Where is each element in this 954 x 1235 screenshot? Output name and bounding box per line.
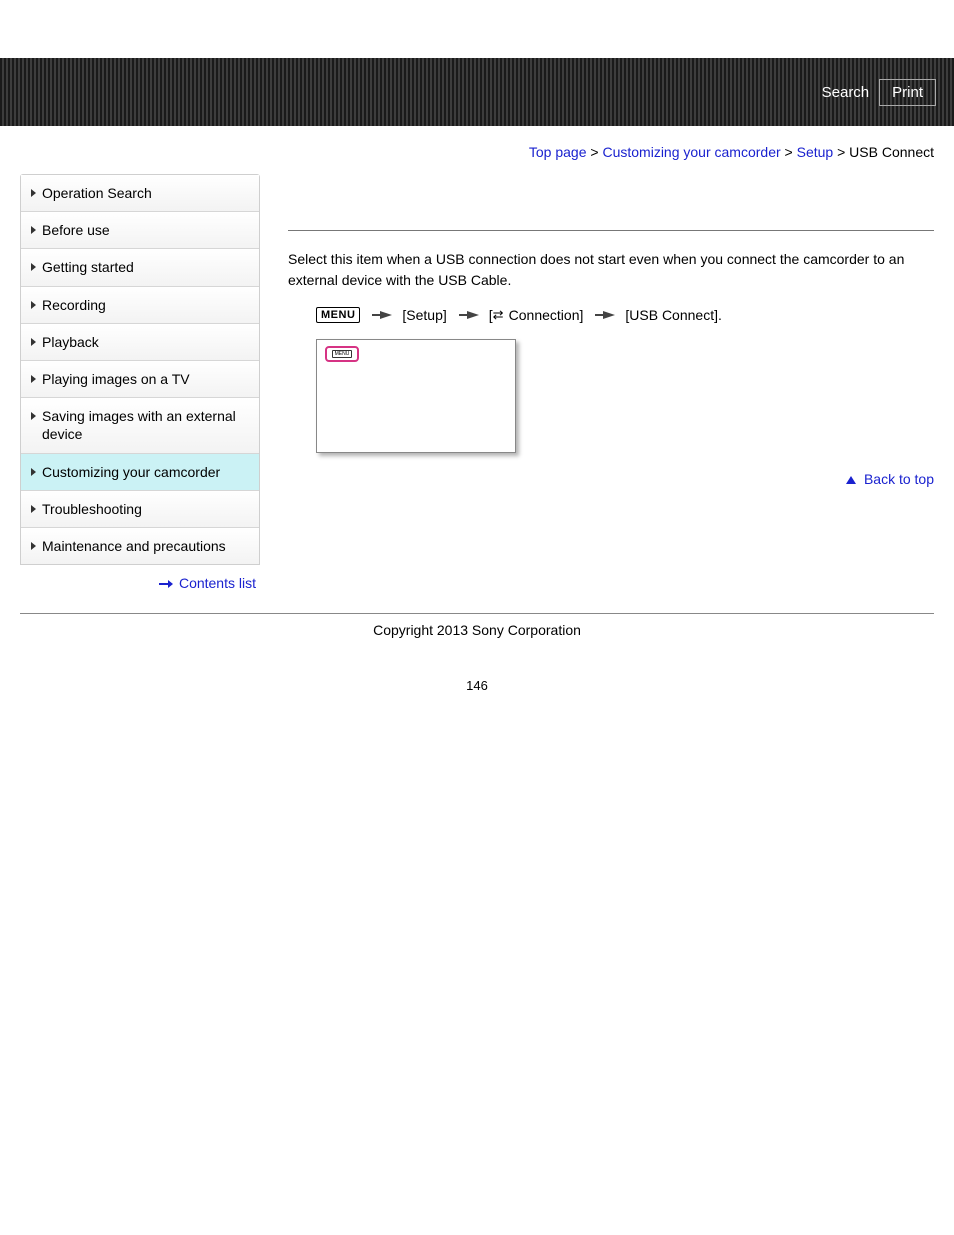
- sidebar-item-label: Playing images on a TV: [42, 370, 190, 388]
- sidebar-item-label: Troubleshooting: [42, 500, 142, 518]
- sidebar-item-customizing[interactable]: Customizing your camcorder: [21, 454, 259, 491]
- menu-label-small: MENU: [332, 350, 353, 358]
- caret-right-icon: [31, 412, 36, 420]
- caret-right-icon: [31, 542, 36, 550]
- caret-right-icon: [31, 226, 36, 234]
- breadcrumb-current: USB Connect: [849, 144, 934, 160]
- sidebar-item-recording[interactable]: Recording: [21, 287, 259, 324]
- contents-list-row: Contents list: [20, 565, 260, 597]
- caret-right-icon: [31, 338, 36, 346]
- sidebar-item-label: Maintenance and precautions: [42, 537, 226, 555]
- breadcrumb-top[interactable]: Top page: [529, 144, 587, 160]
- sidebar-item-label: Recording: [42, 296, 106, 314]
- sidebar-item-getting-started[interactable]: Getting started: [21, 249, 259, 286]
- caret-right-icon: [31, 468, 36, 476]
- horizontal-rule: [288, 230, 934, 231]
- sidebar-item-troubleshooting[interactable]: Troubleshooting: [21, 491, 259, 528]
- top-spacer: [0, 0, 954, 58]
- arrow-right-icon: [603, 311, 615, 319]
- path-step-setup: [Setup]: [402, 307, 446, 323]
- search-button[interactable]: Search: [822, 84, 870, 101]
- sidebar-item-before-use[interactable]: Before use: [21, 212, 259, 249]
- breadcrumb-setup[interactable]: Setup: [797, 144, 834, 160]
- breadcrumb-sep: >: [785, 144, 797, 160]
- caret-right-icon: [31, 301, 36, 309]
- caret-right-icon: [31, 375, 36, 383]
- print-button[interactable]: Print: [879, 79, 936, 106]
- menu-path: MENU [Setup] [Connection] [USB Connect].: [288, 307, 934, 323]
- arrow-right-icon: [467, 311, 479, 319]
- header-bar: Search Print: [0, 58, 954, 126]
- contents-list-link[interactable]: Contents list: [179, 575, 256, 591]
- breadcrumb-customizing[interactable]: Customizing your camcorder: [602, 144, 780, 160]
- intro-text: Select this item when a USB connection d…: [288, 249, 934, 291]
- breadcrumb-sep: >: [837, 144, 849, 160]
- sidebar-item-playback[interactable]: Playback: [21, 324, 259, 361]
- sidebar-item-maintenance[interactable]: Maintenance and precautions: [21, 528, 259, 564]
- triangle-up-icon: [846, 476, 856, 484]
- sidebar-item-saving-images[interactable]: Saving images with an external device: [21, 398, 259, 453]
- sidebar-item-label: Before use: [42, 221, 110, 239]
- camcorder-screen-illustration: MENU: [316, 339, 516, 453]
- sidebar-item-label: Playback: [42, 333, 99, 351]
- arrow-right-icon: [159, 580, 173, 588]
- menu-highlight: MENU: [325, 346, 359, 362]
- sidebar-item-label: Getting started: [42, 258, 134, 276]
- breadcrumb: Top page > Customizing your camcorder > …: [20, 144, 934, 174]
- back-to-top-row: Back to top: [288, 471, 934, 487]
- arrow-right-icon: [380, 311, 392, 319]
- path-step-connection: [Connection]: [489, 307, 584, 323]
- connection-icon: [493, 310, 507, 322]
- sidebar: Operation Search Before use Getting star…: [20, 174, 260, 565]
- menu-icon: MENU: [316, 307, 360, 323]
- breadcrumb-sep: >: [590, 144, 602, 160]
- sidebar-item-label: Saving images with an external device: [42, 407, 251, 443]
- caret-right-icon: [31, 263, 36, 271]
- copyright-text: Copyright 2013 Sony Corporation: [0, 614, 954, 678]
- sidebar-item-label: Customizing your camcorder: [42, 463, 220, 481]
- sidebar-item-operation-search[interactable]: Operation Search: [21, 175, 259, 212]
- sidebar-item-playing-on-tv[interactable]: Playing images on a TV: [21, 361, 259, 398]
- back-to-top-link[interactable]: Back to top: [864, 471, 934, 487]
- caret-right-icon: [31, 189, 36, 197]
- main-content: Select this item when a USB connection d…: [260, 174, 934, 487]
- page-number: 146: [0, 678, 954, 713]
- caret-right-icon: [31, 505, 36, 513]
- sidebar-item-label: Operation Search: [42, 184, 152, 202]
- path-step-usb-connect: [USB Connect].: [625, 307, 722, 323]
